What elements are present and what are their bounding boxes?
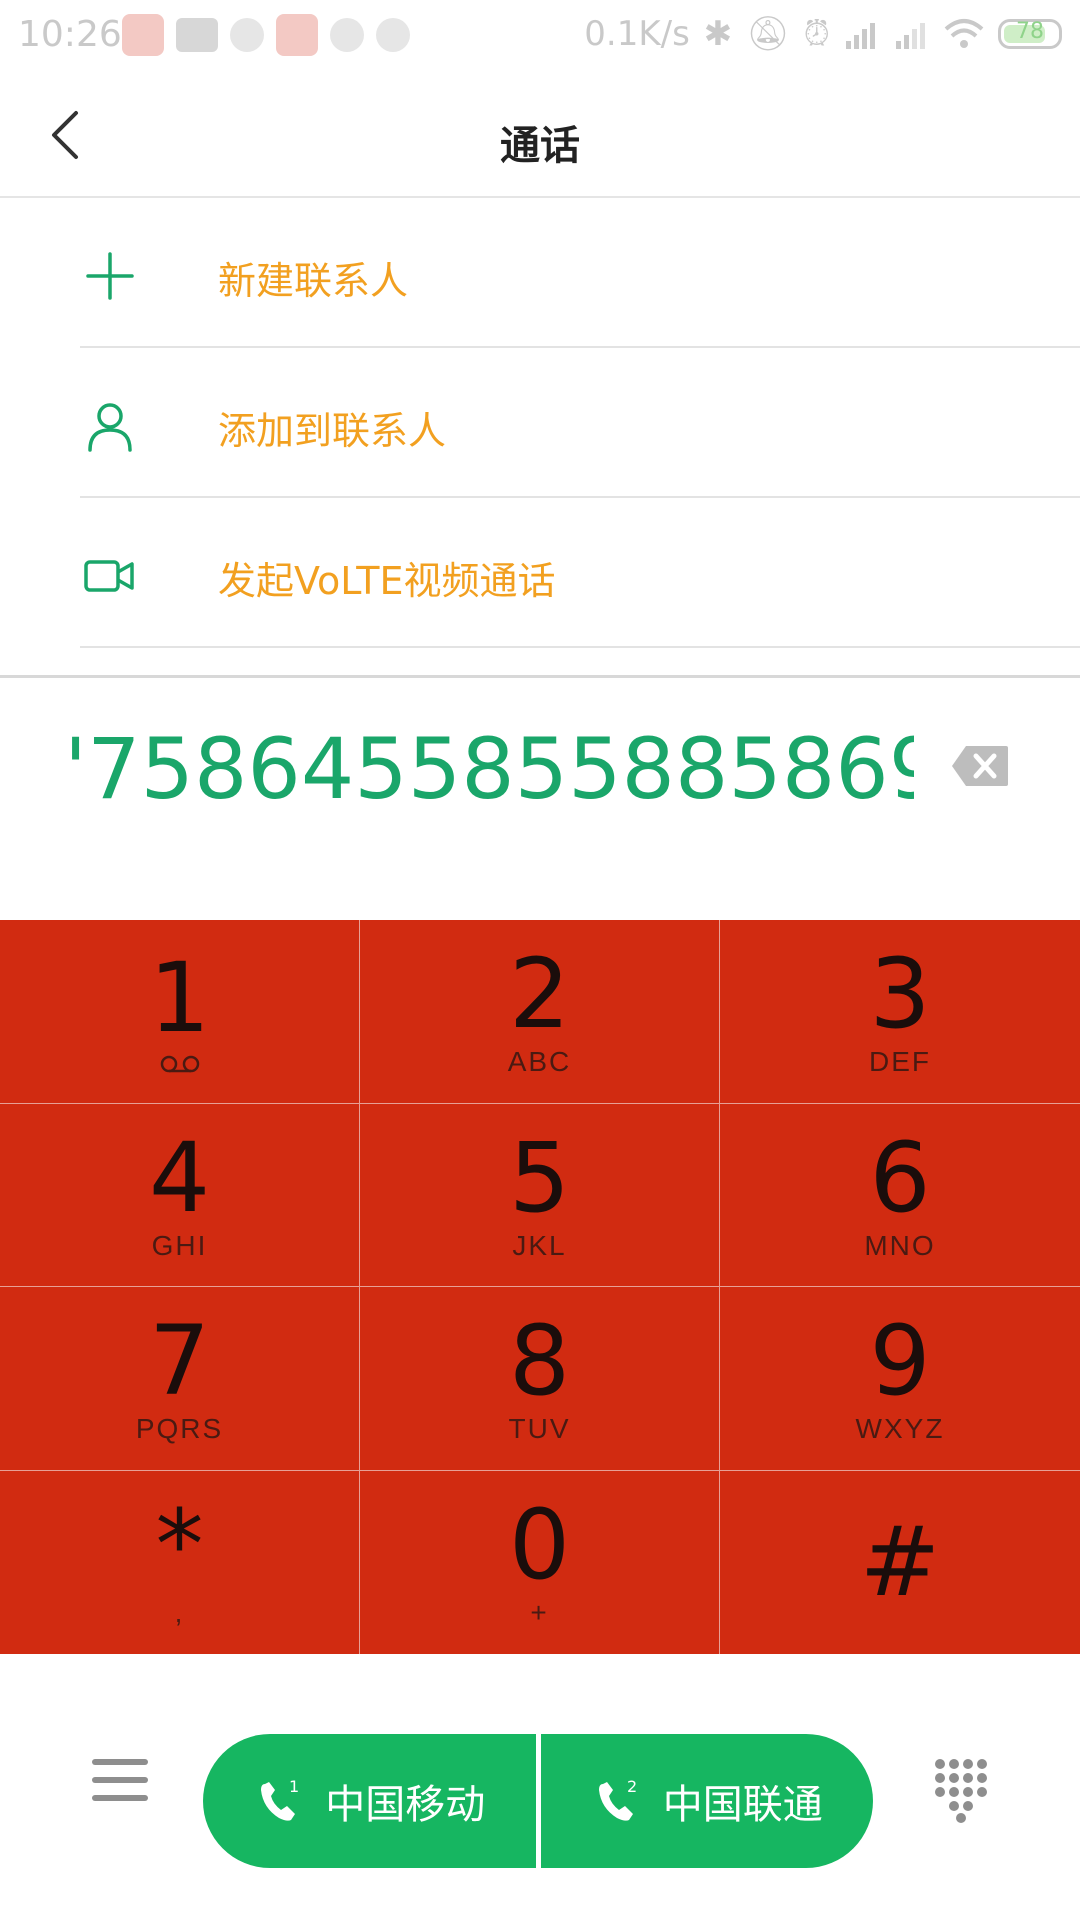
key-digit: # [859,1506,941,1619]
key-letters: WXYZ [855,1413,945,1445]
key-3[interactable]: 3 DEF [720,920,1080,1104]
header: 通话 [0,75,1080,198]
key-digit: 3 [869,938,931,1051]
network-speed: 0.1K/s [584,14,690,54]
voicemail-icon [160,1056,199,1073]
key-letters: + [530,1597,549,1629]
key-8[interactable]: 8 TUV [360,1287,720,1471]
menu-icon [92,1759,148,1765]
key-digit: 9 [869,1305,931,1418]
action-menu: 新建联系人 添加到联系人 发起VoLTE视频通话 [0,198,1080,648]
key-digit: 5 [508,1121,571,1234]
menu-item-volte-video-call[interactable]: 发起VoLTE视频通话 [0,498,1080,648]
key-9[interactable]: 9 WXYZ [720,1287,1080,1471]
signal-hd-icon [846,23,875,49]
key-letters: GHI [151,1229,208,1261]
sim1-carrier-label: 中国移动 [325,1782,486,1828]
backspace-icon [952,746,1008,786]
key-digit: 1 [148,942,211,1055]
key-6[interactable]: 6 MNO [720,1104,1080,1287]
menu-button[interactable] [92,1759,148,1809]
sim2-carrier-label: 中国联通 [662,1782,823,1828]
signal-icon [896,23,925,49]
section-divider [0,675,1080,678]
menu-item-label: 发起VoLTE视频通话 [218,559,556,603]
plus-icon [80,246,140,306]
menu-item-label: 新建联系人 [218,259,409,303]
circle-notification-icon [376,18,410,52]
dialpad-toggle-button[interactable] [930,1754,990,1824]
menu-item-label: 添加到联系人 [218,409,447,453]
app-notification-icon [122,14,164,56]
bluetooth-icon: ✱ [703,14,733,54]
alarm-icon: ⏰︎ [803,14,830,54]
key-4[interactable]: 4 GHI [0,1103,360,1287]
battery-icon: 78 [998,19,1062,49]
menu-item-new-contact[interactable]: 新建联系人 [0,198,1080,348]
key-5[interactable]: 5 JKL [360,1103,720,1287]
status-right: 0.1K/s ✱ 🔕︎ ⏰︎ 78 [584,14,1062,54]
phone-sim1-icon: 1 [261,1777,299,1821]
key-digit: 0 [508,1489,571,1602]
call-buttons: 1 中国移动 2 中国联通 [203,1734,873,1868]
key-letters: PQRS [135,1413,224,1445]
menu-item-add-to-contact[interactable]: 添加到联系人 [0,348,1080,498]
key-digit: 6 [869,1121,931,1234]
dialed-number[interactable]: '758645585588586958 [64,720,914,818]
call-sim2-button[interactable]: 2 中国联通 [541,1734,874,1868]
key-letters: JKL [512,1229,567,1261]
battery-level: 78 [1016,19,1044,44]
key-digit: 7 [148,1305,211,1418]
key-letters: TUV [508,1413,571,1445]
message-icon [176,18,218,52]
key-letters: DEF [869,1046,931,1078]
key-hash[interactable]: # [720,1471,1080,1655]
status-time: 10:26 [18,14,122,55]
key-7[interactable]: 7 PQRS [0,1287,360,1471]
dial-keypad: 1 2 ABC 3 DEF 4 GHI 5 JKL 6 MNO 7 PQRS 8… [0,920,1080,1654]
key-star[interactable]: * , [0,1470,360,1654]
notification-icons [122,14,410,56]
page-title: 通话 [500,123,580,169]
bottom-bar: 1 中国移动 2 中国联通 [0,1654,1080,1920]
person-icon [80,396,140,456]
call-sim1-button[interactable]: 1 中国移动 [203,1734,536,1868]
key-1[interactable]: 1 [0,920,360,1104]
svg-text:1: 1 [289,1777,299,1796]
divider [80,646,1080,648]
dialpad-icon [935,1759,987,1823]
number-display: '758645585588586958 [0,720,1080,820]
key-digit: 4 [148,1121,211,1234]
backspace-button[interactable] [950,744,1010,788]
key-digit: 8 [508,1305,571,1418]
key-letters: MNO [864,1229,936,1261]
svg-text:2: 2 [627,1777,637,1796]
key-digit: * [155,1489,204,1602]
status-bar: 10:26 0.1K/s ✱ 🔕︎ ⏰︎ 78 [0,0,1080,75]
key-2[interactable]: 2 ABC [360,920,720,1104]
video-camera-icon [80,546,140,606]
key-0[interactable]: 0 + [360,1470,720,1654]
blocked-icon [330,18,364,52]
app-notification-icon [276,14,318,56]
phone-sim2-icon: 2 [598,1777,637,1821]
mute-icon: 🔕︎ [746,14,790,54]
circle-notification-icon [230,18,264,52]
wifi-icon [944,19,984,48]
key-letters: , [174,1597,185,1629]
key-letters: ABC [507,1046,572,1078]
key-digit: 2 [508,938,571,1051]
